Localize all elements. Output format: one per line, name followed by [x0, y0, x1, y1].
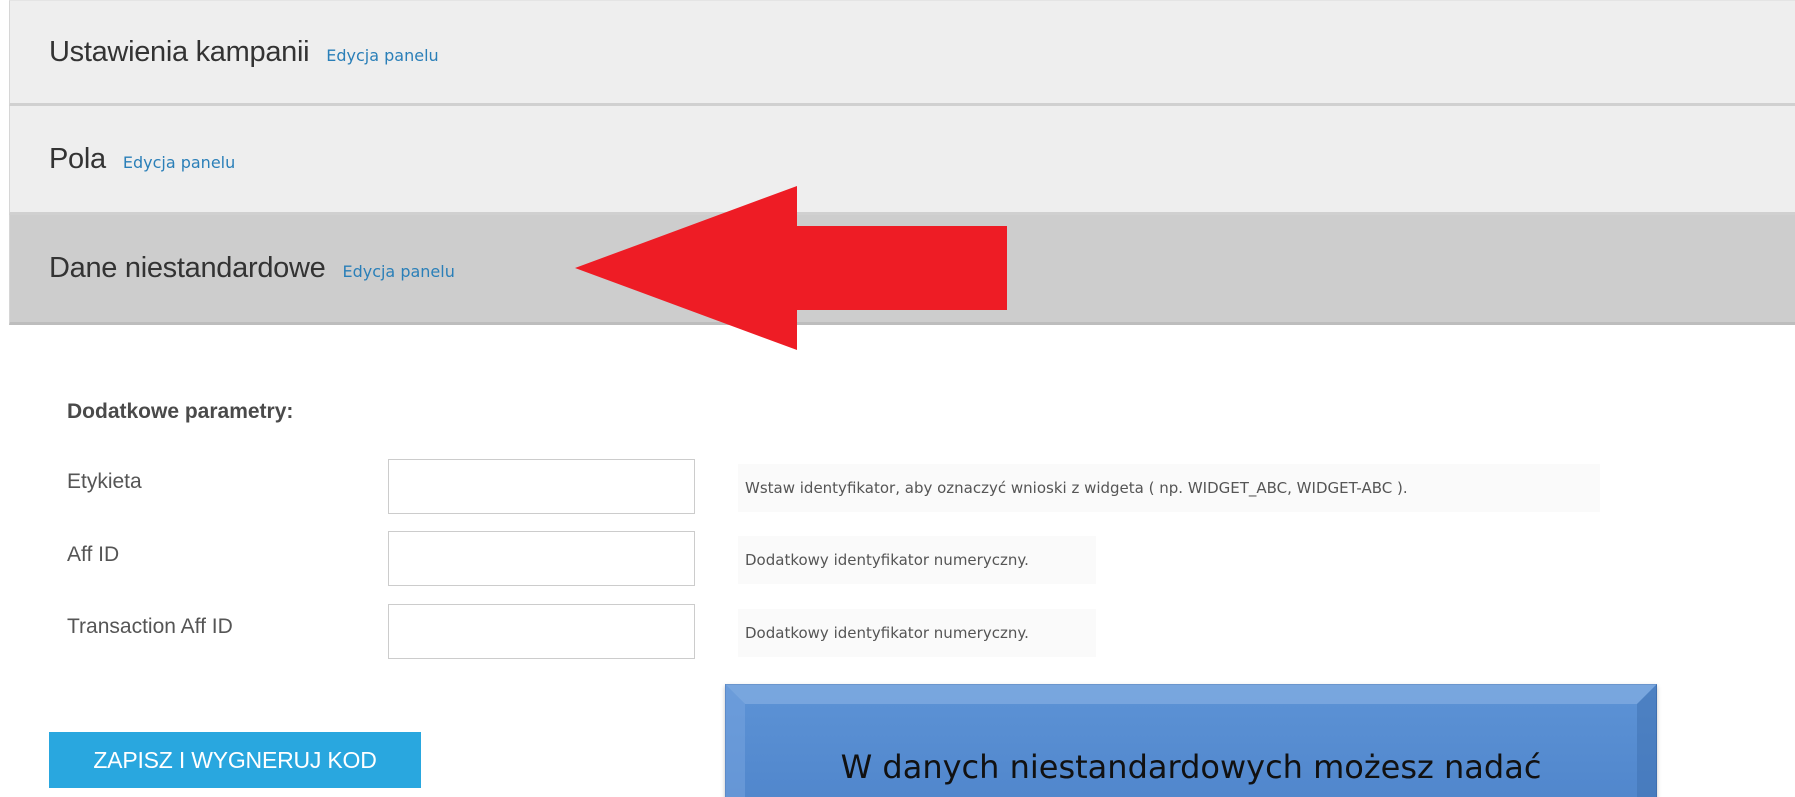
- red-arrow-left-icon: [575, 186, 1007, 350]
- field-label-aff-id: Aff ID: [67, 543, 120, 566]
- etykieta-input[interactable]: [388, 459, 695, 514]
- field-hint-transaction-aff-id: Dodatkowy identyfikator numeryczny.: [738, 609, 1096, 657]
- field-hint-aff-id: Dodatkowy identyfikator numeryczny.: [738, 536, 1096, 584]
- edit-panel-link[interactable]: Edycja panelu: [123, 153, 235, 172]
- save-and-generate-button[interactable]: ZAPISZ I WYGNERUJ KOD: [49, 732, 421, 788]
- field-label-transaction-aff-id: Transaction Aff ID: [67, 615, 233, 638]
- transaction-aff-id-input[interactable]: [388, 604, 695, 659]
- field-hint-etykieta: Wstaw identyfikator, aby oznaczyć wniosk…: [738, 464, 1600, 512]
- panel-title: Pola: [49, 142, 106, 175]
- panel-title: Dane niestandardowe: [49, 252, 326, 284]
- field-label-etykieta: Etykieta: [67, 470, 142, 493]
- callout-text: W danych niestandardowych możesz nadać: [840, 748, 1542, 786]
- screenshot-canvas: Ustawienia kampanii Edycja panelu Pola E…: [0, 0, 1795, 797]
- section-title: Dodatkowe parametry:: [67, 400, 294, 423]
- panel-title: Ustawienia kampanii: [49, 35, 310, 68]
- aff-id-input[interactable]: [388, 531, 695, 586]
- edit-panel-link[interactable]: Edycja panelu: [326, 46, 438, 65]
- edit-panel-link[interactable]: Edycja panelu: [342, 262, 454, 281]
- panel-ustawienia-kampanii[interactable]: Ustawienia kampanii Edycja panelu: [9, 0, 1795, 106]
